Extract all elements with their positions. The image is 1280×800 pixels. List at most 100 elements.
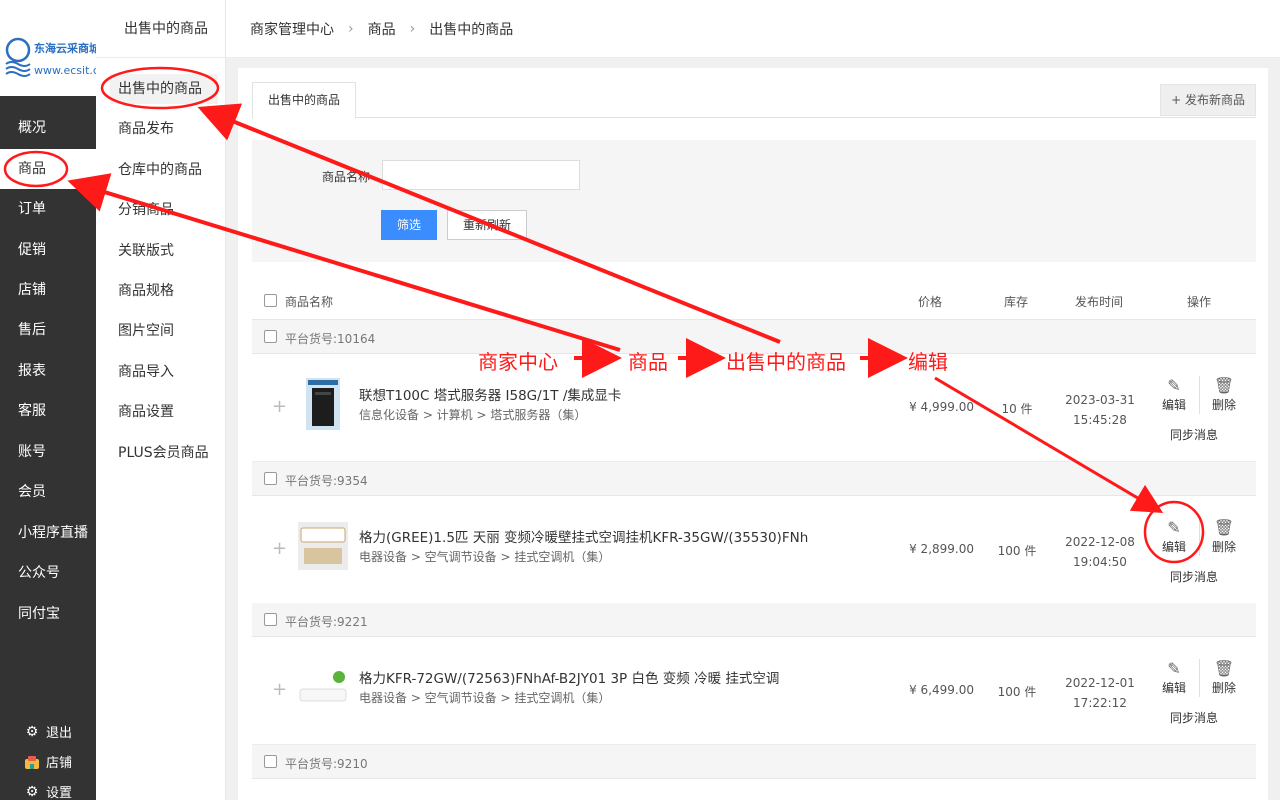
product-category: 电器设备 > 空气调节设备 > 挂式空调机（集）	[359, 550, 611, 564]
divider	[1199, 518, 1200, 556]
select-all-checkbox[interactable]	[264, 294, 277, 307]
shop-button[interactable]: 店铺	[24, 752, 72, 771]
edit-button[interactable]: ✎ 编辑	[1156, 376, 1192, 413]
settings-button[interactable]: ⚙ 设置	[24, 782, 72, 800]
nav-item-store[interactable]: 店铺	[0, 270, 96, 310]
subnav-item-publish[interactable]: 商品发布	[110, 114, 218, 144]
subnav-item-settings[interactable]: 商品设置	[110, 397, 218, 427]
subnav-item-spec[interactable]: 商品规格	[110, 276, 218, 306]
sku-group-header: 平台货号:9221	[252, 603, 1256, 637]
breadcrumb-goods[interactable]: 商品	[368, 19, 396, 39]
breadcrumb-current: 出售中的商品	[429, 21, 514, 38]
sync-message-link[interactable]: 同步消息	[1170, 709, 1218, 726]
platform-sku: 平台货号:9354	[285, 474, 368, 488]
nav-item-goods[interactable]: 商品	[0, 149, 96, 189]
expand-icon[interactable]: +	[272, 679, 287, 700]
breadcrumb: 商家管理中心 › 商品 › 出售中的商品	[226, 0, 1280, 58]
product-image-server[interactable]	[298, 376, 348, 432]
nav-item-account[interactable]: 账号	[0, 432, 96, 472]
breadcrumb-separator: ›	[409, 20, 416, 37]
platform-sku: 平台货号:9221	[285, 615, 368, 629]
filter-panel: 商品名称 筛选 重新刷新	[252, 140, 1256, 262]
goods-name-label: 商品名称	[322, 170, 371, 184]
platform-sku: 平台货号:9210	[285, 757, 368, 771]
sub-sidebar: 出售中的商品 出售中的商品 商品发布 仓库中的商品 分销商品 关联版式 商品规格…	[96, 0, 226, 800]
nav-item-official[interactable]: 公众号	[0, 553, 96, 593]
publish-time: 2022-12-08 19:04:50	[1060, 532, 1140, 572]
main-sidebar: 东海云采商城 www.ecsit.cn 概况 商品 订单 促销 店铺 售后 报表…	[0, 0, 106, 800]
publish-clock: 19:04:50	[1073, 555, 1127, 569]
nav-item-pay[interactable]: 同付宝	[0, 594, 96, 634]
expand-icon[interactable]: +	[272, 538, 287, 559]
product-price: ¥ 2,899.00	[909, 542, 974, 556]
nav-item-reports[interactable]: 报表	[0, 351, 96, 391]
nav-item-aftersale[interactable]: 售后	[0, 310, 96, 350]
publish-clock: 17:22:12	[1073, 696, 1127, 710]
product-name[interactable]: 格力KFR-72GW/(72563)FNhAf-B2JY01 3P 白色 变频 …	[359, 667, 779, 687]
row-checkbox[interactable]	[264, 330, 277, 343]
nav-item-overview[interactable]: 概况	[0, 108, 96, 148]
header-price: 价格	[918, 295, 943, 309]
edit-button[interactable]: ✎ 编辑	[1156, 518, 1192, 555]
subnav-item-import[interactable]: 商品导入	[110, 357, 218, 387]
publish-time: 2022-12-01 17:22:12	[1060, 673, 1140, 713]
edit-icon: ✎	[1167, 518, 1181, 537]
delete-button[interactable]: 🗑 删除	[1206, 659, 1242, 696]
product-image-ac[interactable]	[298, 518, 348, 574]
filter-button[interactable]: 筛选	[381, 210, 437, 240]
product-category: 信息化设备 > 计算机 > 塔式服务器（集）	[359, 408, 587, 422]
publish-goods-button[interactable]: + 发布新商品	[1160, 84, 1256, 116]
product-category: 电器设备 > 空气调节设备 > 挂式空调机（集）	[359, 691, 611, 705]
header-goods-name: 商品名称	[285, 295, 334, 309]
refresh-button[interactable]: 重新刷新	[447, 210, 527, 240]
delete-button[interactable]: 🗑 删除	[1206, 518, 1242, 555]
goods-name-input[interactable]	[382, 160, 580, 190]
row-checkbox[interactable]	[264, 472, 277, 485]
sku-group-header: 平台货号:9210	[252, 745, 1256, 779]
row-checkbox[interactable]	[264, 613, 277, 626]
publish-time: 2023-03-31 15:45:28	[1060, 390, 1140, 430]
sku-group-header: 平台货号:9354	[252, 462, 1256, 496]
product-name[interactable]: 格力(GREE)1.5匹 天丽 变频冷暖壁挂式空调挂机KFR-35GW/(355…	[359, 526, 808, 546]
logo-icon	[5, 37, 31, 77]
divider	[1199, 376, 1200, 414]
delete-button[interactable]: 🗑 删除	[1206, 376, 1242, 413]
product-stock: 10 件	[1001, 402, 1033, 416]
sync-message-link[interactable]: 同步消息	[1170, 568, 1218, 585]
delete-label: 删除	[1211, 398, 1236, 412]
row-checkbox[interactable]	[264, 755, 277, 768]
shop-label: 店铺	[46, 756, 73, 771]
nav-item-live[interactable]: 小程序直播	[0, 513, 96, 553]
subnav-item-images[interactable]: 图片空间	[110, 316, 218, 346]
edit-icon: ✎	[1167, 376, 1181, 395]
expand-icon[interactable]: +	[272, 396, 287, 417]
sync-message-link[interactable]: 同步消息	[1170, 426, 1218, 443]
nav-item-orders[interactable]: 订单	[0, 189, 96, 229]
subnav-item-layout[interactable]: 关联版式	[110, 236, 218, 266]
divider	[1199, 659, 1200, 697]
brand-logo[interactable]: 东海云采商城 www.ecsit.cn	[0, 0, 106, 96]
edit-icon: ✎	[1167, 659, 1181, 678]
product-stock: 100 件	[997, 685, 1037, 699]
tab-bar: 出售中的商品 + 发布新商品	[252, 82, 1256, 119]
edit-button[interactable]: ✎ 编辑	[1156, 659, 1192, 696]
logout-button[interactable]: ⚙ 退出	[24, 722, 72, 742]
subnav-item-plus[interactable]: PLUS会员商品	[110, 438, 218, 468]
breadcrumb-root[interactable]: 商家管理中心	[250, 19, 334, 39]
tab-on-sale[interactable]: 出售中的商品	[252, 82, 356, 119]
product-price: ¥ 6,499.00	[909, 683, 974, 697]
subnav-item-on-sale[interactable]: 出售中的商品	[110, 74, 218, 104]
product-image-ac-white[interactable]	[298, 659, 348, 715]
trash-icon: 🗑	[1213, 518, 1235, 537]
nav-item-service[interactable]: 客服	[0, 391, 96, 431]
publish-date: 2022-12-08	[1065, 535, 1135, 549]
table-row: + 格力(GREE)1.5匹 天丽 变频冷暖壁挂式空调挂机KFR-35GW/(3…	[252, 496, 1256, 604]
subnav-item-distribution[interactable]: 分销商品	[110, 195, 218, 225]
annotation-step-edit: 编辑	[908, 350, 948, 374]
annotation-step-on-sale: 出售中的商品	[726, 350, 846, 374]
product-name[interactable]: 联想T100C 塔式服务器 I58G/1T /集成显卡	[359, 384, 621, 404]
nav-item-member[interactable]: 会员	[0, 472, 96, 512]
nav-item-promotion[interactable]: 促销	[0, 230, 96, 270]
header-publish-time: 发布时间	[1075, 295, 1124, 309]
subnav-item-warehouse[interactable]: 仓库中的商品	[110, 155, 218, 185]
